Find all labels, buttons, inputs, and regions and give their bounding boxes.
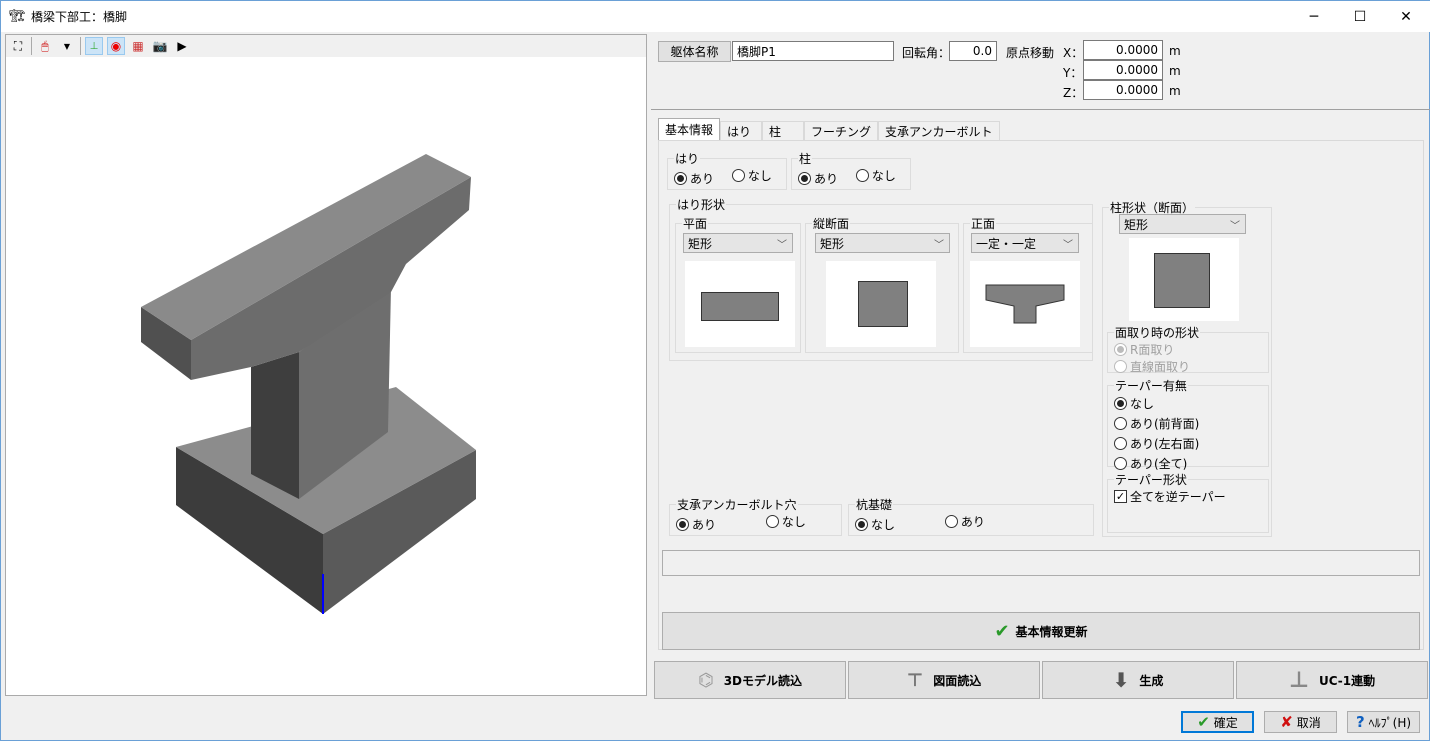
pile-yes-radio[interactable]: あり xyxy=(944,513,985,530)
help-button[interactable]: ? ﾍﾙﾌﾟ(H) xyxy=(1347,711,1420,733)
reverse-taper-checkbox[interactable]: ✓ 全てを逆テーパー xyxy=(1114,488,1226,505)
beam-yes-radio[interactable]: あり xyxy=(674,170,714,187)
body-name-button[interactable]: 躯体名称 xyxy=(658,41,731,62)
front-select[interactable]: 一定・一定 ﹀ xyxy=(971,233,1079,253)
rotation-input[interactable]: 0.0 xyxy=(949,41,997,61)
body-name-input[interactable]: 橋脚P1 xyxy=(732,41,894,61)
uc1-icon: ⊥ xyxy=(1288,667,1309,693)
unit-label: m xyxy=(1169,64,1181,78)
column-group: 柱 あり なし xyxy=(791,150,911,190)
origin-y-input[interactable]: 0.0000 xyxy=(1083,60,1163,80)
taper-left-right-radio[interactable]: あり(左右面) xyxy=(1114,435,1199,452)
taper-all-radio[interactable]: あり(全て) xyxy=(1114,455,1187,472)
drawing-icon: ⊤ xyxy=(906,669,924,691)
message-bar xyxy=(662,550,1420,576)
minimize-button[interactable]: ─ xyxy=(1291,1,1337,32)
taper-label: テーパー有無 xyxy=(1115,379,1187,393)
beam-no-radio[interactable]: なし xyxy=(731,167,772,184)
load-drawing-button[interactable]: ⊤ 図面読込 xyxy=(848,661,1040,699)
taper-shape-label: テーパー形状 xyxy=(1115,473,1187,487)
anchor-no-radio[interactable]: なし xyxy=(765,513,806,530)
unit-label: m xyxy=(1169,84,1181,98)
column-yes-radio[interactable]: あり xyxy=(798,170,838,187)
rotation-label: 回転角： xyxy=(902,46,951,60)
question-icon: ? xyxy=(1355,713,1365,731)
color-palette-icon[interactable]: ▦ xyxy=(129,37,147,55)
longitudinal-select[interactable]: 矩形 ﹀ xyxy=(815,233,950,253)
uc1-link-button[interactable]: ⊥ UC-1連動 xyxy=(1236,661,1428,699)
tab-footing[interactable]: フーチング xyxy=(804,121,879,140)
camera-icon[interactable]: 📷 xyxy=(151,37,169,55)
chamfer-label: 面取り時の形状 xyxy=(1115,326,1200,340)
ok-button[interactable]: ✔ 確定 xyxy=(1181,711,1254,733)
mouse-mode-icon[interactable]: 🖱 xyxy=(36,37,54,55)
anchor-hole-label: 支承アンカーボルト穴 xyxy=(677,498,797,512)
tab-column[interactable]: 柱 xyxy=(762,121,805,140)
pier-icon: ⬇ xyxy=(1112,668,1130,692)
column-no-radio[interactable]: なし xyxy=(855,167,896,184)
plan-select[interactable]: 矩形 ﹀ xyxy=(683,233,793,253)
unit-label: m xyxy=(1169,44,1181,58)
plan-preview xyxy=(685,261,795,347)
axis-icon[interactable]: ⊥ xyxy=(85,37,103,55)
x-label: X： xyxy=(1063,46,1084,60)
chamfer-group: 面取り時の形状 R面取り 直線面取り xyxy=(1107,324,1269,375)
fit-view-icon[interactable]: ⛶ xyxy=(9,37,27,55)
column-shape-preview xyxy=(1129,238,1239,321)
longitudinal-label: 縦断面 xyxy=(813,217,850,231)
column-left-face xyxy=(251,352,299,499)
origin-move-label: 原点移動 xyxy=(1006,46,1055,60)
tab-beam[interactable]: はり xyxy=(720,121,763,140)
movie-icon[interactable]: ▶ xyxy=(173,37,191,55)
chamfer-line-radio[interactable]: 直線面取り xyxy=(1114,358,1190,375)
column-shape-select[interactable]: 矩形 ﹀ xyxy=(1119,214,1246,234)
origin-z-input[interactable]: 0.0000 xyxy=(1083,80,1163,100)
generate-button[interactable]: ⬇ 生成 xyxy=(1042,661,1234,699)
checkmark-icon: ✔ xyxy=(994,620,1010,642)
front-label: 正面 xyxy=(971,217,996,231)
tab-bearing-anchor[interactable]: 支承アンカーボルト xyxy=(878,121,1000,140)
x-icon: ✘ xyxy=(1280,713,1293,731)
taper-shape-group: テーパー形状 ✓ 全てを逆テーパー xyxy=(1107,471,1269,533)
plan-label: 平面 xyxy=(683,217,708,231)
pile-foundation-group: 杭基礎 なし あり xyxy=(848,496,1094,536)
divider xyxy=(651,109,1430,110)
longitudinal-preview xyxy=(826,261,936,347)
3d-model-icon: ⌬ xyxy=(697,669,714,691)
pile-none-radio[interactable]: なし xyxy=(855,516,895,533)
anchor-hole-group: 支承アンカーボルト穴 あり なし xyxy=(669,496,842,536)
front-preview xyxy=(970,261,1080,347)
origin-x-input[interactable]: 0.0000 xyxy=(1083,40,1163,60)
y-label: Y： xyxy=(1063,66,1083,80)
maximize-button[interactable]: ☐ xyxy=(1337,1,1383,32)
target-icon[interactable]: ◉ xyxy=(107,37,125,55)
app-icon: 🏗 xyxy=(9,9,26,24)
3d-viewport[interactable] xyxy=(5,34,647,696)
taper-front-back-radio[interactable]: あり(前背面) xyxy=(1114,415,1199,432)
beam-shape-label: はり形状 xyxy=(677,198,726,212)
tab-bar: 基本情報 はり 柱 フーチング 支承アンカーボルト xyxy=(658,118,1000,140)
close-button[interactable]: ✕ xyxy=(1383,1,1429,32)
view-toolbar: ⛶ 🖱 ▼ ⊥ ◉ ▦ 📷 ▶ xyxy=(6,35,646,57)
pier-3d-model xyxy=(141,154,476,614)
column-group-label: 柱 xyxy=(799,152,812,166)
load-3d-model-button[interactable]: ⌬ 3Dモデル読込 xyxy=(654,661,846,699)
update-basic-info-button[interactable]: ✔ 基本情報更新 xyxy=(662,612,1420,650)
check-icon: ✔ xyxy=(1197,713,1210,731)
cancel-button[interactable]: ✘ 取消 xyxy=(1264,711,1337,733)
anchor-yes-radio[interactable]: あり xyxy=(676,516,716,533)
taper-none-radio[interactable]: なし xyxy=(1114,395,1154,412)
basic-info-panel: はり あり なし 柱 あり なし はり形状 平面 矩形 ﹀ 縦断面 矩形 ﹀ 正面 … xyxy=(658,140,1424,650)
z-label: Z： xyxy=(1063,86,1084,100)
tab-basic-info[interactable]: 基本情報 xyxy=(658,118,721,140)
chamfer-r-radio[interactable]: R面取り xyxy=(1114,341,1174,358)
dropdown-icon[interactable]: ▼ xyxy=(58,37,76,55)
pile-foundation-label: 杭基礎 xyxy=(856,498,893,512)
beam-group-label: はり xyxy=(675,152,700,166)
taper-group: テーパー有無 なし あり(前背面) あり(左右面) あり(全て) xyxy=(1107,377,1269,471)
title-bar: 🏗 橋梁下部工：橋脚 ─ ☐ ✕ xyxy=(1,1,1430,32)
beam-group: はり あり なし xyxy=(667,150,787,190)
window-title: 橋梁下部工：橋脚 xyxy=(31,10,128,24)
